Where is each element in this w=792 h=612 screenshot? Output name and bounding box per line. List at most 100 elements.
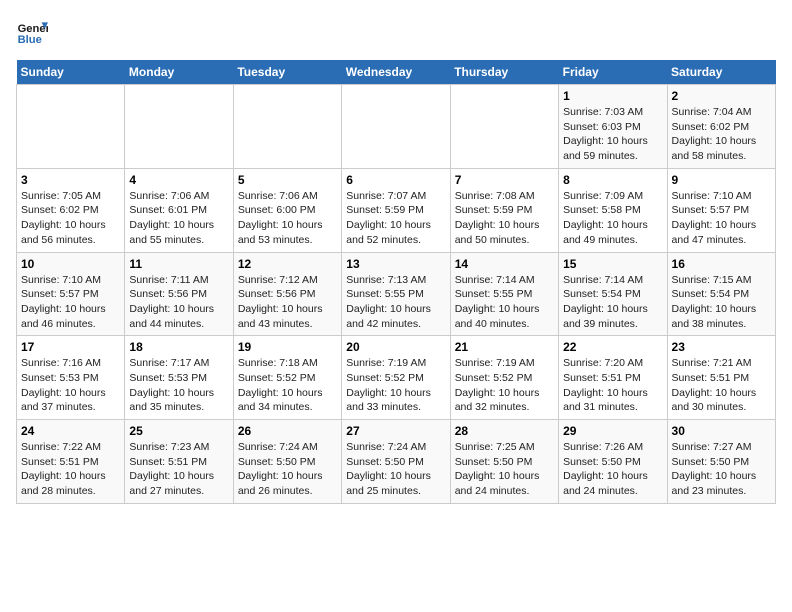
weekday-header: Tuesday [233,60,341,85]
day-info: Sunrise: 7:07 AM Sunset: 5:59 PM Dayligh… [346,189,445,248]
day-info: Sunrise: 7:17 AM Sunset: 5:53 PM Dayligh… [129,356,228,415]
day-info: Sunrise: 7:10 AM Sunset: 5:57 PM Dayligh… [21,273,120,332]
day-info: Sunrise: 7:24 AM Sunset: 5:50 PM Dayligh… [346,440,445,499]
day-info: Sunrise: 7:06 AM Sunset: 6:00 PM Dayligh… [238,189,337,248]
calendar-cell: 3 Sunrise: 7:05 AM Sunset: 6:02 PM Daylig… [17,168,125,252]
calendar-cell: 23Sunrise: 7:21 AM Sunset: 5:51 PM Dayli… [667,336,775,420]
day-number: 6 [346,173,445,187]
day-number: 24 [21,424,120,438]
day-number: 15 [563,257,662,271]
calendar-cell [125,85,233,169]
day-info: Sunrise: 7:16 AM Sunset: 5:53 PM Dayligh… [21,356,120,415]
calendar-cell: 13 Sunrise: 7:13 AM Sunset: 5:55 PM Dayli… [342,252,450,336]
page-header: General Blue [16,16,776,48]
day-info: Sunrise: 7:06 AM Sunset: 6:01 PM Dayligh… [129,189,228,248]
day-info: Sunrise: 7:20 AM Sunset: 5:51 PM Dayligh… [563,356,662,415]
weekday-header: Friday [559,60,667,85]
calendar-cell: 12Sunrise: 7:12 AM Sunset: 5:56 PM Dayli… [233,252,341,336]
day-number: 13 [346,257,445,271]
day-number: 18 [129,340,228,354]
svg-text:Blue: Blue [18,34,42,46]
calendar-body: 1 Sunrise: 7:03 AM Sunset: 6:03 PM Daylig… [17,85,776,504]
calendar-cell: 28 Sunrise: 7:25 AM Sunset: 5:50 PM Dayli… [450,420,558,504]
day-number: 23 [672,340,771,354]
calendar-cell: 1 Sunrise: 7:03 AM Sunset: 6:03 PM Daylig… [559,85,667,169]
calendar-cell: 30Sunrise: 7:27 AM Sunset: 5:50 PM Dayli… [667,420,775,504]
weekday-header: Wednesday [342,60,450,85]
day-info: Sunrise: 7:14 AM Sunset: 5:54 PM Dayligh… [563,273,662,332]
calendar-week-row: 1 Sunrise: 7:03 AM Sunset: 6:03 PM Daylig… [17,85,776,169]
calendar-cell: 7 Sunrise: 7:08 AM Sunset: 5:59 PM Daylig… [450,168,558,252]
logo: General Blue [16,16,48,48]
calendar-cell: 6 Sunrise: 7:07 AM Sunset: 5:59 PM Daylig… [342,168,450,252]
day-info: Sunrise: 7:24 AM Sunset: 5:50 PM Dayligh… [238,440,337,499]
calendar-week-row: 17Sunrise: 7:16 AM Sunset: 5:53 PM Dayli… [17,336,776,420]
day-number: 19 [238,340,337,354]
day-number: 22 [563,340,662,354]
calendar-cell: 16 Sunrise: 7:15 AM Sunset: 5:54 PM Dayli… [667,252,775,336]
calendar-cell: 18 Sunrise: 7:17 AM Sunset: 5:53 PM Dayli… [125,336,233,420]
day-number: 4 [129,173,228,187]
day-number: 11 [129,257,228,271]
day-number: 5 [238,173,337,187]
calendar-cell: 2 Sunrise: 7:04 AM Sunset: 6:02 PM Daylig… [667,85,775,169]
day-number: 26 [238,424,337,438]
day-info: Sunrise: 7:18 AM Sunset: 5:52 PM Dayligh… [238,356,337,415]
calendar-cell [17,85,125,169]
weekday-header: Sunday [17,60,125,85]
day-info: Sunrise: 7:15 AM Sunset: 5:54 PM Dayligh… [672,273,771,332]
day-info: Sunrise: 7:25 AM Sunset: 5:50 PM Dayligh… [455,440,554,499]
day-number: 29 [563,424,662,438]
calendar-cell: 27 Sunrise: 7:24 AM Sunset: 5:50 PM Dayli… [342,420,450,504]
calendar-cell: 5 Sunrise: 7:06 AM Sunset: 6:00 PM Daylig… [233,168,341,252]
day-info: Sunrise: 7:22 AM Sunset: 5:51 PM Dayligh… [21,440,120,499]
calendar-week-row: 3 Sunrise: 7:05 AM Sunset: 6:02 PM Daylig… [17,168,776,252]
day-number: 28 [455,424,554,438]
day-info: Sunrise: 7:26 AM Sunset: 5:50 PM Dayligh… [563,440,662,499]
day-number: 1 [563,89,662,103]
calendar-cell: 21 Sunrise: 7:19 AM Sunset: 5:52 PM Dayli… [450,336,558,420]
day-info: Sunrise: 7:04 AM Sunset: 6:02 PM Dayligh… [672,105,771,164]
day-number: 10 [21,257,120,271]
day-number: 16 [672,257,771,271]
calendar-week-row: 10 Sunrise: 7:10 AM Sunset: 5:57 PM Dayli… [17,252,776,336]
day-number: 9 [672,173,771,187]
calendar-cell [450,85,558,169]
calendar-cell: 15 Sunrise: 7:14 AM Sunset: 5:54 PM Dayli… [559,252,667,336]
day-info: Sunrise: 7:13 AM Sunset: 5:55 PM Dayligh… [346,273,445,332]
calendar-cell: 8 Sunrise: 7:09 AM Sunset: 5:58 PM Daylig… [559,168,667,252]
day-info: Sunrise: 7:05 AM Sunset: 6:02 PM Dayligh… [21,189,120,248]
day-info: Sunrise: 7:03 AM Sunset: 6:03 PM Dayligh… [563,105,662,164]
calendar-cell: 26 Sunrise: 7:24 AM Sunset: 5:50 PM Dayli… [233,420,341,504]
weekday-header: Monday [125,60,233,85]
calendar-table: SundayMondayTuesdayWednesdayThursdayFrid… [16,60,776,504]
logo-icon: General Blue [16,16,48,48]
day-number: 14 [455,257,554,271]
calendar-cell: 14 Sunrise: 7:14 AM Sunset: 5:55 PM Dayli… [450,252,558,336]
day-info: Sunrise: 7:14 AM Sunset: 5:55 PM Dayligh… [455,273,554,332]
day-number: 12 [238,257,337,271]
calendar-cell: 25Sunrise: 7:23 AM Sunset: 5:51 PM Dayli… [125,420,233,504]
calendar-cell [342,85,450,169]
weekday-header: Saturday [667,60,775,85]
day-info: Sunrise: 7:19 AM Sunset: 5:52 PM Dayligh… [455,356,554,415]
day-info: Sunrise: 7:19 AM Sunset: 5:52 PM Dayligh… [346,356,445,415]
day-info: Sunrise: 7:08 AM Sunset: 5:59 PM Dayligh… [455,189,554,248]
calendar-cell: 17Sunrise: 7:16 AM Sunset: 5:53 PM Dayli… [17,336,125,420]
day-info: Sunrise: 7:27 AM Sunset: 5:50 PM Dayligh… [672,440,771,499]
day-number: 2 [672,89,771,103]
day-number: 3 [21,173,120,187]
day-info: Sunrise: 7:09 AM Sunset: 5:58 PM Dayligh… [563,189,662,248]
calendar-header-row: SundayMondayTuesdayWednesdayThursdayFrid… [17,60,776,85]
day-number: 7 [455,173,554,187]
day-number: 27 [346,424,445,438]
weekday-header: Thursday [450,60,558,85]
day-number: 8 [563,173,662,187]
calendar-cell: 9Sunrise: 7:10 AM Sunset: 5:57 PM Daylig… [667,168,775,252]
day-number: 20 [346,340,445,354]
day-number: 25 [129,424,228,438]
calendar-cell: 19 Sunrise: 7:18 AM Sunset: 5:52 PM Dayli… [233,336,341,420]
day-number: 21 [455,340,554,354]
calendar-cell: 29 Sunrise: 7:26 AM Sunset: 5:50 PM Dayli… [559,420,667,504]
day-info: Sunrise: 7:11 AM Sunset: 5:56 PM Dayligh… [129,273,228,332]
